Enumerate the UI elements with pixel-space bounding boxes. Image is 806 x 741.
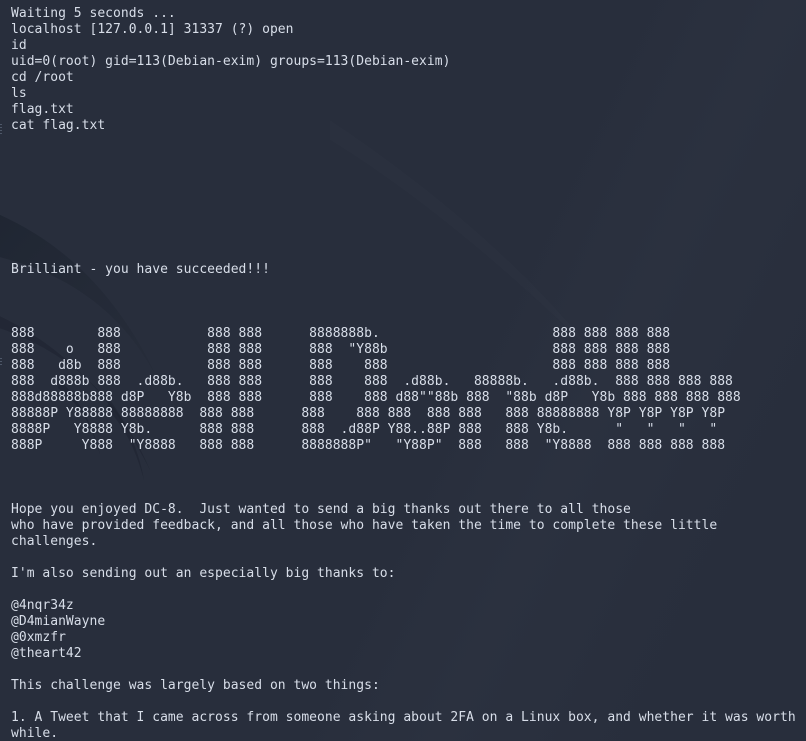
terminal-line: 888 o 888 888 888 888 "Y88b 888 888 888 …	[11, 342, 671, 357]
terminal-line: who have provided feedback, and all thos…	[11, 518, 718, 533]
terminal-window[interactable]: Waiting 5 seconds ... localhost [127.0.0.…	[0, 0, 806, 741]
terminal-line: localhost [127.0.0.1] 31337 (?) open	[11, 22, 294, 37]
terminal-line: 1. A Tweet that I came across from someo…	[11, 710, 796, 725]
terminal-output[interactable]: Waiting 5 seconds ... localhost [127.0.0.…	[0, 0, 806, 741]
terminal-line: @4nqr34z	[11, 598, 74, 613]
terminal-line: 888P Y888 "Y8888 888 888 8888888P" "Y88P…	[11, 438, 726, 453]
terminal-line: 888 d888b 888 .d88b. 888 888 888 888 .d8…	[11, 374, 733, 389]
terminal-line: 888 d8b 888 888 888 888 888 888 888 888 …	[11, 358, 671, 373]
terminal-line: id	[11, 38, 27, 53]
terminal-line: This challenge was largely based on two …	[11, 678, 380, 693]
terminal-line: challenges.	[11, 534, 98, 549]
terminal-line: uid=0(root) gid=113(Debian-exim) groups=…	[11, 54, 451, 69]
terminal-line: flag.txt	[11, 102, 74, 117]
terminal-line: I'm also sending out an especially big t…	[11, 566, 396, 581]
terminal-line: @theart42	[11, 646, 82, 661]
terminal-line: @D4mianWayne	[11, 614, 106, 629]
terminal-line: 888d88888b888 d8P Y8b 888 888 888 888 d8…	[11, 390, 741, 405]
terminal-line: 888 888 888 888 8888888b. 888 888 888 88…	[11, 326, 671, 341]
terminal-line: cat flag.txt	[11, 118, 106, 133]
terminal-line: @0xmzfr	[11, 630, 66, 645]
terminal-line: Hope you enjoyed DC-8. Just wanted to se…	[11, 502, 631, 517]
terminal-line: Brilliant - you have succeeded!!!	[11, 262, 270, 277]
terminal-line: Waiting 5 seconds ...	[11, 6, 176, 21]
terminal-line: cd /root	[11, 70, 74, 85]
terminal-line: ls	[11, 86, 27, 101]
terminal-line: while.	[11, 726, 59, 741]
terminal-line: 88888P Y88888 88888888 888 888 888 888 8…	[11, 406, 726, 421]
terminal-line: 8888P Y8888 Y8b. 888 888 888 .d88P Y88..…	[11, 422, 726, 437]
